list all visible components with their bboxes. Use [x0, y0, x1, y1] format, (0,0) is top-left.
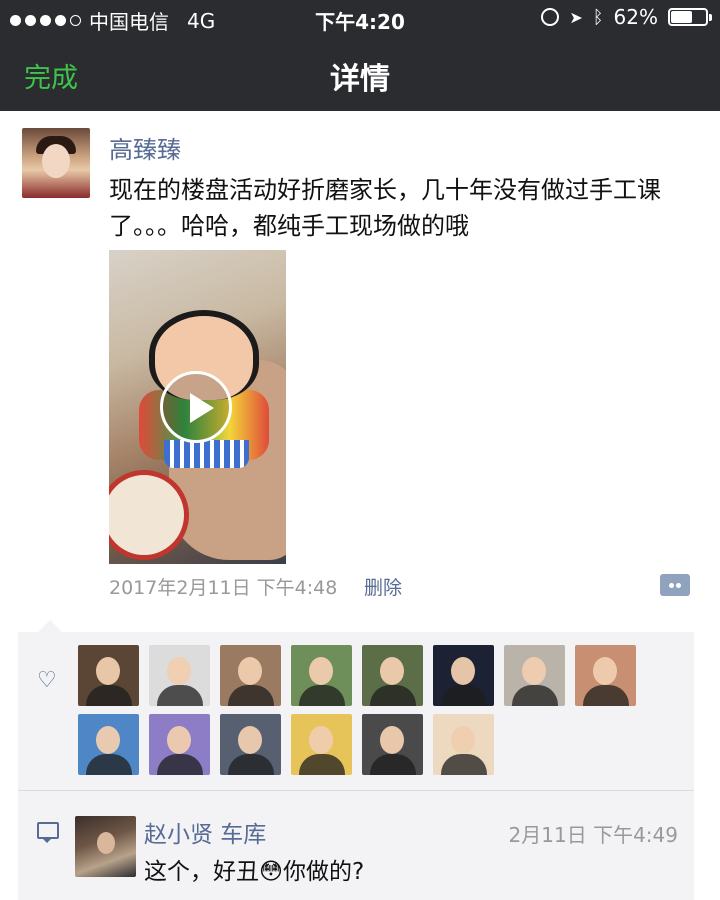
liker-avatar[interactable] — [575, 645, 636, 706]
liker-avatar[interactable] — [78, 714, 139, 775]
liker-avatar[interactable] — [362, 714, 423, 775]
author-avatar[interactable] — [22, 128, 90, 198]
orientation-lock-icon — [541, 8, 560, 26]
comment-icon — [37, 822, 59, 843]
heart-outline-icon: ♡ — [37, 668, 57, 693]
delete-link[interactable]: 删除 — [364, 573, 402, 600]
page-title: 详情 — [330, 62, 390, 97]
status-bar: 中国电信 4G 下午4:20 ➤ ᛒ 62% — [0, 0, 720, 36]
liker-avatar[interactable] — [433, 645, 494, 706]
play-icon[interactable] — [160, 371, 232, 443]
author-name[interactable]: 高臻臻 — [109, 130, 181, 165]
commenter-name[interactable]: 赵小贤 车库 — [144, 815, 266, 849]
status-right: ➤ ᛒ 62% — [541, 5, 712, 29]
likes-comments-panel: ♡ 赵小贤 车库 2月11日 下午4:49 这个，好丑😳你做的? — [18, 620, 694, 900]
post-text: 现在的楼盘活动好折磨家长，几十年没有做过手工课了。。。哈哈，都纯手工现场做的哦 — [109, 176, 661, 240]
likes-avatar-grid — [78, 645, 638, 775]
comment-text[interactable]: 这个，好丑😳你做的? — [144, 852, 364, 886]
liker-avatar[interactable] — [433, 714, 494, 775]
battery-percent: 62% — [613, 5, 658, 29]
divider — [18, 790, 694, 791]
liker-avatar[interactable] — [220, 714, 281, 775]
liker-avatar[interactable] — [220, 645, 281, 706]
liker-avatar[interactable] — [149, 645, 210, 706]
commenter-avatar[interactable] — [75, 816, 136, 877]
battery-icon — [668, 8, 712, 26]
nav-bar: 完成 详情 — [0, 36, 720, 111]
liker-avatar[interactable] — [291, 714, 352, 775]
more-actions-icon[interactable] — [660, 574, 690, 596]
post-timestamp: 2017年2月11日 下午4:48 — [109, 577, 338, 599]
liker-avatar[interactable] — [362, 645, 423, 706]
bluetooth-icon: ᛒ — [592, 6, 604, 28]
video-thumbnail[interactable] — [109, 250, 286, 564]
comment-timestamp: 2月11日 下午4:49 — [508, 823, 678, 847]
location-arrow-icon: ➤ — [569, 7, 583, 27]
liker-avatar[interactable] — [291, 645, 352, 706]
liker-avatar[interactable] — [149, 714, 210, 775]
liker-avatar[interactable] — [504, 645, 565, 706]
liker-avatar[interactable] — [78, 645, 139, 706]
